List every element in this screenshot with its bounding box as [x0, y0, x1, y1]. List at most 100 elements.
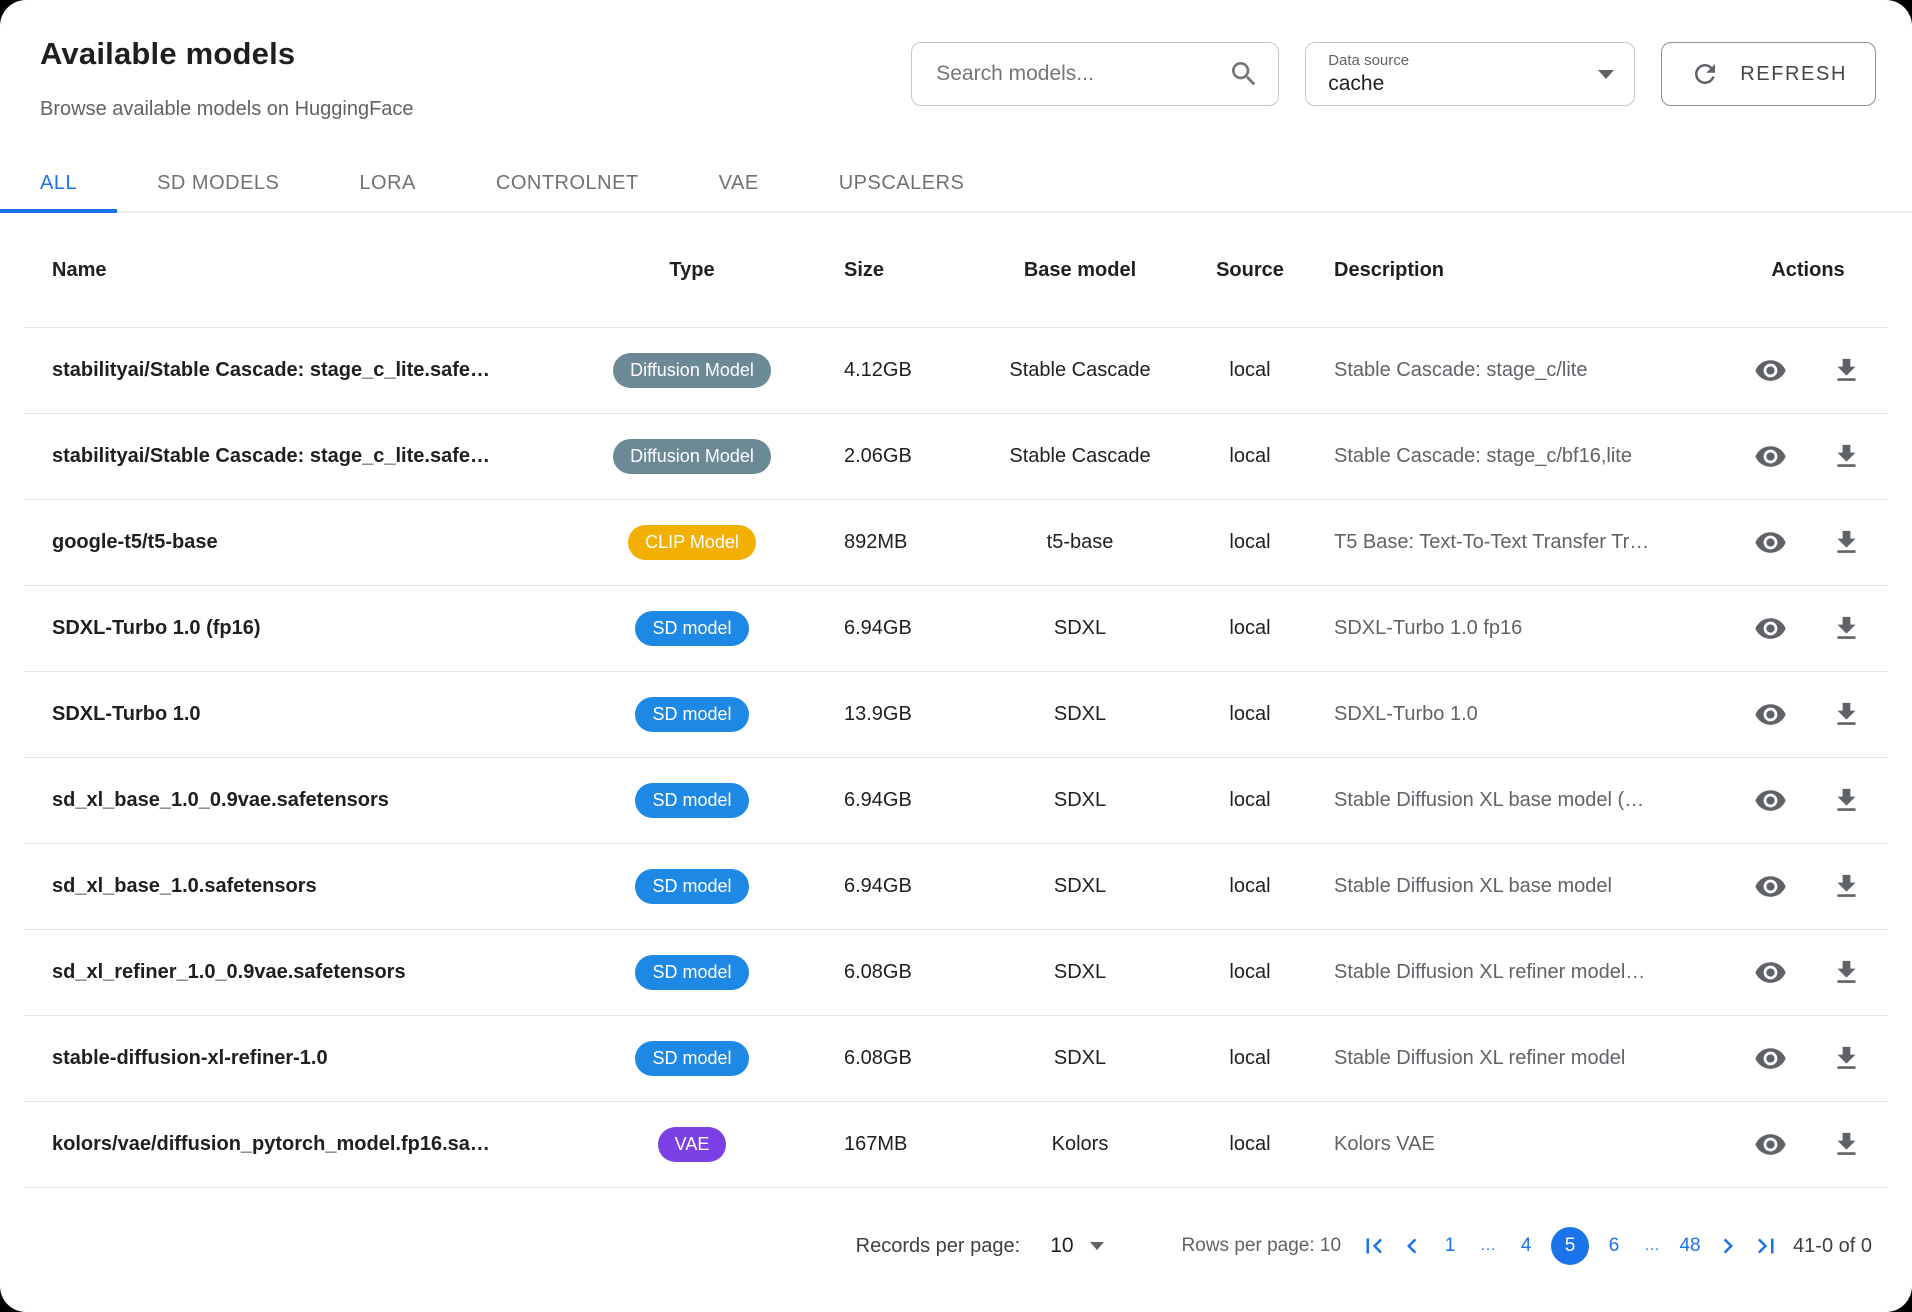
eye-icon: [1754, 698, 1787, 731]
download-model-button[interactable]: [1831, 785, 1862, 816]
rows-per-page-label: Rows per page: 10: [1182, 1235, 1342, 1257]
download-icon: [1831, 1129, 1862, 1160]
table-body: stabilityai/Stable Cascade: stage_c_lite…: [24, 327, 1888, 1188]
model-name: stabilityai/Stable Cascade: stage_c_lite…: [24, 445, 554, 468]
download-model-button[interactable]: [1831, 527, 1862, 558]
view-model-button[interactable]: [1754, 784, 1787, 817]
table-row: stabilityai/Stable Cascade: stage_c_lite…: [24, 327, 1888, 413]
model-size: 4.12GB: [830, 359, 980, 382]
model-description: T5 Base: Text-To-Text Transfer Tr…: [1320, 531, 1728, 554]
model-source: local: [1180, 359, 1320, 382]
model-size: 167MB: [830, 1133, 980, 1156]
model-source: local: [1180, 703, 1320, 726]
model-description: Stable Diffusion XL base model: [1320, 875, 1728, 898]
view-model-button[interactable]: [1754, 440, 1787, 473]
last-page-button[interactable]: [1747, 1231, 1785, 1261]
download-icon: [1831, 1043, 1862, 1074]
previous-page-button[interactable]: [1393, 1231, 1431, 1261]
column-header-size: Size: [830, 259, 980, 282]
models-table: Name Type Size Base model Source Descrip…: [24, 213, 1888, 1190]
type-badge: SD model: [635, 697, 748, 732]
search-input[interactable]: [934, 61, 1228, 87]
download-model-button[interactable]: [1831, 957, 1862, 988]
download-model-button[interactable]: [1831, 871, 1862, 902]
view-model-button[interactable]: [1754, 612, 1787, 645]
tab-upscalers[interactable]: UPSCALERS: [799, 157, 1005, 213]
tabs: ALLSD MODELSLORACONTROLNETVAEUPSCALERS: [0, 157, 1912, 213]
table-row: SDXL-Turbo 1.0 (fp16) SD model 6.94GB SD…: [24, 585, 1888, 671]
page-header: Available models Browse available models…: [0, 0, 1912, 121]
type-badge: SD model: [635, 955, 748, 990]
tab-all[interactable]: ALL: [0, 157, 117, 213]
tab-vae[interactable]: VAE: [679, 157, 799, 213]
view-model-button[interactable]: [1754, 526, 1787, 559]
download-model-button[interactable]: [1831, 441, 1862, 472]
model-size: 6.08GB: [830, 961, 980, 984]
table-row: google-t5/t5-base CLIP Model 892MB t5-ba…: [24, 499, 1888, 585]
eye-icon: [1754, 1042, 1787, 1075]
table-header-row: Name Type Size Base model Source Descrip…: [24, 213, 1888, 327]
view-model-button[interactable]: [1754, 956, 1787, 989]
row-actions: [1728, 354, 1888, 387]
download-model-button[interactable]: [1831, 613, 1862, 644]
model-base-model: Stable Cascade: [980, 359, 1180, 382]
model-size: 6.94GB: [830, 875, 980, 898]
refresh-icon: [1690, 59, 1720, 89]
page-button-6[interactable]: 6: [1595, 1227, 1633, 1265]
column-header-name: Name: [24, 259, 554, 282]
tab-controlnet[interactable]: CONTROLNET: [456, 157, 679, 213]
download-model-button[interactable]: [1831, 1129, 1862, 1160]
download-icon: [1831, 957, 1862, 988]
tab-lora[interactable]: LORA: [319, 157, 455, 213]
row-actions: [1728, 1128, 1888, 1161]
refresh-button[interactable]: REFRESH: [1661, 42, 1876, 106]
view-model-button[interactable]: [1754, 870, 1787, 903]
model-base-model: SDXL: [980, 703, 1180, 726]
pagination-range-label: 41-0 of 0: [1793, 1235, 1872, 1258]
model-base-model: SDXL: [980, 961, 1180, 984]
model-source: local: [1180, 789, 1320, 812]
table-row: sd_xl_refiner_1.0_0.9vae.safetensors SD …: [24, 929, 1888, 1015]
page-subtitle: Browse available models on HuggingFace: [40, 98, 414, 121]
model-source: local: [1180, 617, 1320, 640]
model-source: local: [1180, 1133, 1320, 1156]
first-page-icon: [1359, 1231, 1389, 1261]
view-model-button[interactable]: [1754, 1128, 1787, 1161]
model-description: Stable Diffusion XL base model (…: [1320, 789, 1728, 812]
page-button-48[interactable]: 48: [1671, 1227, 1709, 1265]
eye-icon: [1754, 870, 1787, 903]
type-badge: CLIP Model: [628, 525, 756, 560]
model-description: SDXL-Turbo 1.0 fp16: [1320, 617, 1728, 640]
download-model-button[interactable]: [1831, 355, 1862, 386]
download-model-button[interactable]: [1831, 699, 1862, 730]
refresh-label: REFRESH: [1740, 63, 1847, 86]
eye-icon: [1754, 440, 1787, 473]
download-model-button[interactable]: [1831, 1043, 1862, 1074]
table-row: stable-diffusion-xl-refiner-1.0 SD model…: [24, 1015, 1888, 1101]
table-row: kolors/vae/diffusion_pytorch_model.fp16.…: [24, 1101, 1888, 1187]
page-button-5[interactable]: 5: [1551, 1227, 1589, 1265]
model-description: SDXL-Turbo 1.0: [1320, 703, 1728, 726]
records-per-page-value[interactable]: 10: [1050, 1234, 1073, 1258]
page-button-1[interactable]: 1: [1431, 1227, 1469, 1265]
model-size: 13.9GB: [830, 703, 980, 726]
view-model-button[interactable]: [1754, 1042, 1787, 1075]
view-model-button[interactable]: [1754, 698, 1787, 731]
page-gap: …: [1639, 1237, 1665, 1255]
search-box[interactable]: [911, 42, 1279, 106]
next-page-button[interactable]: [1709, 1231, 1747, 1261]
model-source: local: [1180, 875, 1320, 898]
row-actions: [1728, 526, 1888, 559]
page-button-4[interactable]: 4: [1507, 1227, 1545, 1265]
first-page-button[interactable]: [1355, 1231, 1393, 1261]
chevron-down-icon: [1598, 70, 1614, 79]
tab-sd-models[interactable]: SD MODELS: [117, 157, 319, 213]
model-source: local: [1180, 1047, 1320, 1070]
view-model-button[interactable]: [1754, 354, 1787, 387]
chevron-right-icon: [1713, 1231, 1743, 1261]
data-source-select[interactable]: Data source cache: [1305, 42, 1635, 106]
row-actions: [1728, 698, 1888, 731]
table-row: stabilityai/Stable Cascade: stage_c_lite…: [24, 413, 1888, 499]
chevron-down-icon[interactable]: [1090, 1242, 1104, 1250]
data-source-value: cache: [1328, 72, 1409, 96]
